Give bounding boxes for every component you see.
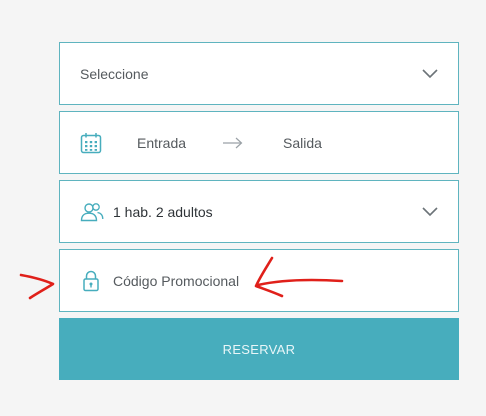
annotation-arrow-right: [254, 256, 344, 298]
annotation-arrow-left: [19, 273, 55, 300]
annotation-overlay: [19, 256, 344, 300]
